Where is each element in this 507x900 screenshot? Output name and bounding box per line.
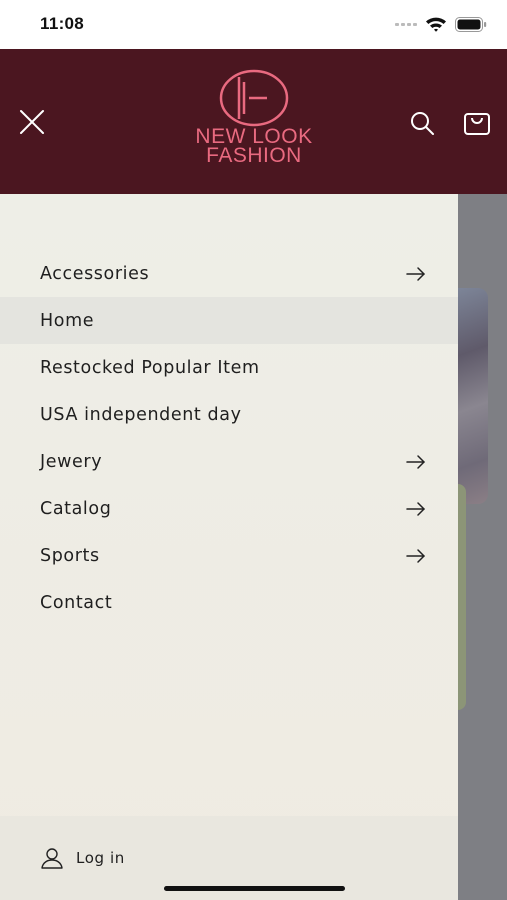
search-button[interactable] xyxy=(408,109,436,137)
arrow-right-icon xyxy=(406,501,425,516)
cart-button[interactable] xyxy=(462,107,492,137)
battery-icon xyxy=(455,16,487,32)
menu-item-contact[interactable]: Contact xyxy=(0,579,458,626)
cart-icon xyxy=(464,113,490,135)
background-product-card xyxy=(458,484,466,710)
arrow-right-icon xyxy=(406,548,425,563)
menu-item-sports[interactable]: Sports xyxy=(0,532,458,579)
brand-name-line2: FASHION xyxy=(206,144,302,167)
close-menu-button[interactable] xyxy=(16,106,48,138)
status-icons xyxy=(395,16,487,32)
menu-list: Accessories Home Restocked Popular Item … xyxy=(0,250,458,626)
brand-logo[interactable]: NEW LOOK FASHION xyxy=(178,69,330,167)
menu-item-restocked-popular-item[interactable]: Restocked Popular Item xyxy=(0,344,458,391)
wifi-icon xyxy=(426,17,446,32)
menu-item-label: Home xyxy=(40,310,95,331)
menu-item-label: Sports xyxy=(40,545,100,566)
home-indicator xyxy=(164,886,345,891)
arrow-right-icon xyxy=(406,266,425,281)
user-icon xyxy=(41,848,63,869)
login-link[interactable]: Log in xyxy=(40,846,125,870)
app-header: NEW LOOK FASHION xyxy=(0,49,507,194)
menu-item-label: Jewery xyxy=(40,451,103,472)
menu-item-usa-independent-day[interactable]: USA independent day xyxy=(0,391,458,438)
menu-item-jewery[interactable]: Jewery xyxy=(0,438,458,485)
logo-mark-icon xyxy=(219,69,289,127)
menu-item-label: Contact xyxy=(40,592,113,613)
arrow-right-icon xyxy=(406,454,425,469)
menu-item-label: Restocked Popular Item xyxy=(40,357,260,378)
menu-item-label: Accessories xyxy=(40,263,150,284)
search-icon xyxy=(411,112,434,135)
login-label: Log in xyxy=(76,849,125,867)
menu-item-accessories[interactable]: Accessories xyxy=(0,250,458,297)
status-bar: 11:08 xyxy=(0,0,507,49)
close-icon xyxy=(20,110,44,134)
menu-item-home[interactable]: Home xyxy=(0,297,458,344)
cellular-signal-icon xyxy=(395,22,417,26)
menu-item-label: Catalog xyxy=(40,498,112,519)
menu-item-catalog[interactable]: Catalog xyxy=(0,485,458,532)
navigation-drawer: Accessories Home Restocked Popular Item … xyxy=(0,194,458,900)
status-time: 11:08 xyxy=(40,14,85,33)
menu-item-label: USA independent day xyxy=(40,404,242,425)
background-product-image xyxy=(458,288,488,504)
